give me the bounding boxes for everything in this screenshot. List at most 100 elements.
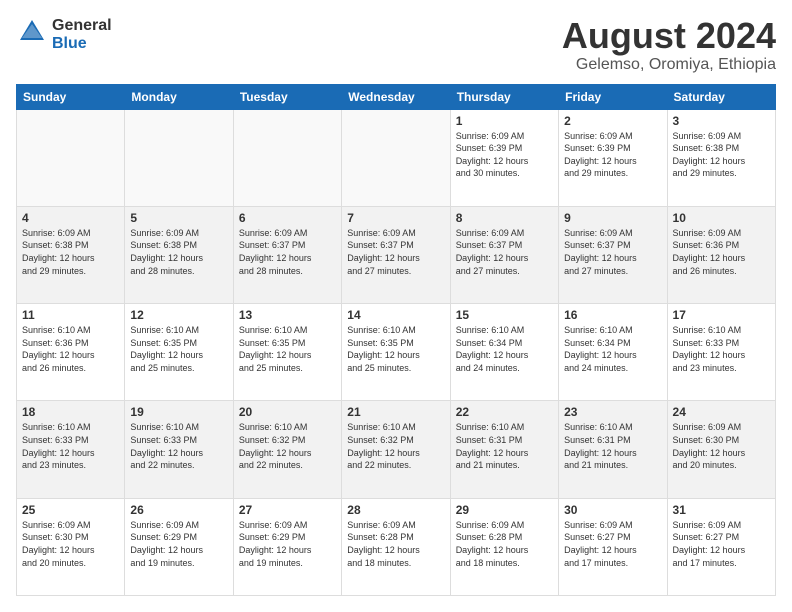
- table-row: 14 Sunrise: 6:10 AM Sunset: 6:35 PM Dayli…: [342, 304, 450, 401]
- day-number: 15: [456, 308, 553, 322]
- col-monday: Monday: [125, 84, 233, 109]
- day-info: Sunrise: 6:10 AM Sunset: 6:33 PM Dayligh…: [130, 421, 227, 471]
- day-number: 3: [673, 114, 770, 128]
- day-number: 29: [456, 503, 553, 517]
- table-row: 29 Sunrise: 6:09 AM Sunset: 6:28 PM Dayli…: [450, 498, 558, 595]
- table-row: 27 Sunrise: 6:09 AM Sunset: 6:29 PM Dayli…: [233, 498, 341, 595]
- day-number: 1: [456, 114, 553, 128]
- table-row: 19Sunrise: 6:10 AM Sunset: 6:33 PM Dayli…: [125, 401, 233, 498]
- day-number: 24: [673, 405, 770, 419]
- day-info: Sunrise: 6:10 AM Sunset: 6:34 PM Dayligh…: [564, 324, 661, 374]
- page: General Blue August 2024 Gelemso, Oromiy…: [0, 0, 792, 612]
- day-info: Sunrise: 6:09 AM Sunset: 6:37 PM Dayligh…: [456, 227, 553, 277]
- calendar-table: Sunday Monday Tuesday Wednesday Thursday…: [16, 84, 776, 596]
- table-row: [17, 109, 125, 206]
- day-info: Sunrise: 6:10 AM Sunset: 6:36 PM Dayligh…: [22, 324, 119, 374]
- table-row: 13 Sunrise: 6:10 AM Sunset: 6:35 PM Dayli…: [233, 304, 341, 401]
- table-row: 25 Sunrise: 6:09 AM Sunset: 6:30 PM Dayli…: [17, 498, 125, 595]
- col-wednesday: Wednesday: [342, 84, 450, 109]
- day-number: 4: [22, 211, 119, 225]
- day-number: 9: [564, 211, 661, 225]
- day-info: Sunrise: 6:09 AM Sunset: 6:30 PM Dayligh…: [22, 519, 119, 569]
- day-info: Sunrise: 6:09 AM Sunset: 6:28 PM Dayligh…: [456, 519, 553, 569]
- day-number: 2: [564, 114, 661, 128]
- table-row: 23Sunrise: 6:10 AM Sunset: 6:31 PM Dayli…: [559, 401, 667, 498]
- day-number: 20: [239, 405, 336, 419]
- table-row: 7Sunrise: 6:09 AM Sunset: 6:37 PM Daylig…: [342, 206, 450, 303]
- col-saturday: Saturday: [667, 84, 775, 109]
- table-row: 28 Sunrise: 6:09 AM Sunset: 6:28 PM Dayli…: [342, 498, 450, 595]
- day-number: 28: [347, 503, 444, 517]
- day-info: Sunrise: 6:10 AM Sunset: 6:33 PM Dayligh…: [22, 421, 119, 471]
- day-number: 25: [22, 503, 119, 517]
- table-row: 12 Sunrise: 6:10 AM Sunset: 6:35 PM Dayli…: [125, 304, 233, 401]
- table-row: 1Sunrise: 6:09 AM Sunset: 6:39 PM Daylig…: [450, 109, 558, 206]
- logo: General Blue: [16, 16, 112, 53]
- day-number: 23: [564, 405, 661, 419]
- table-row: 15Sunrise: 6:10 AM Sunset: 6:34 PM Dayli…: [450, 304, 558, 401]
- table-row: 3 Sunrise: 6:09 AM Sunset: 6:38 PM Daylig…: [667, 109, 775, 206]
- day-info: Sunrise: 6:10 AM Sunset: 6:35 PM Dayligh…: [347, 324, 444, 374]
- day-info: Sunrise: 6:09 AM Sunset: 6:38 PM Dayligh…: [22, 227, 119, 277]
- day-info: Sunrise: 6:09 AM Sunset: 6:39 PM Dayligh…: [564, 130, 661, 180]
- day-info: Sunrise: 6:09 AM Sunset: 6:37 PM Dayligh…: [239, 227, 336, 277]
- day-number: 5: [130, 211, 227, 225]
- day-info: Sunrise: 6:09 AM Sunset: 6:28 PM Dayligh…: [347, 519, 444, 569]
- day-info: Sunrise: 6:10 AM Sunset: 6:32 PM Dayligh…: [347, 421, 444, 471]
- table-row: 16 Sunrise: 6:10 AM Sunset: 6:34 PM Dayli…: [559, 304, 667, 401]
- day-info: Sunrise: 6:09 AM Sunset: 6:29 PM Dayligh…: [239, 519, 336, 569]
- table-row: 20 Sunrise: 6:10 AM Sunset: 6:32 PM Dayli…: [233, 401, 341, 498]
- day-number: 27: [239, 503, 336, 517]
- day-number: 17: [673, 308, 770, 322]
- calendar-week-row: 18 Sunrise: 6:10 AM Sunset: 6:33 PM Dayli…: [17, 401, 776, 498]
- day-number: 18: [22, 405, 119, 419]
- logo-icon: [16, 16, 48, 48]
- day-info: Sunrise: 6:09 AM Sunset: 6:37 PM Dayligh…: [564, 227, 661, 277]
- table-row: 17Sunrise: 6:10 AM Sunset: 6:33 PM Dayli…: [667, 304, 775, 401]
- day-info: Sunrise: 6:09 AM Sunset: 6:38 PM Dayligh…: [673, 130, 770, 180]
- table-row: 18 Sunrise: 6:10 AM Sunset: 6:33 PM Dayli…: [17, 401, 125, 498]
- table-row: [125, 109, 233, 206]
- day-info: Sunrise: 6:09 AM Sunset: 6:30 PM Dayligh…: [673, 421, 770, 471]
- day-info: Sunrise: 6:10 AM Sunset: 6:31 PM Dayligh…: [456, 421, 553, 471]
- table-row: 2 Sunrise: 6:09 AM Sunset: 6:39 PM Daylig…: [559, 109, 667, 206]
- day-info: Sunrise: 6:09 AM Sunset: 6:36 PM Dayligh…: [673, 227, 770, 277]
- table-row: 31Sunrise: 6:09 AM Sunset: 6:27 PM Dayli…: [667, 498, 775, 595]
- table-row: [342, 109, 450, 206]
- table-row: [233, 109, 341, 206]
- day-number: 30: [564, 503, 661, 517]
- day-number: 8: [456, 211, 553, 225]
- day-number: 14: [347, 308, 444, 322]
- day-number: 12: [130, 308, 227, 322]
- table-row: 11 Sunrise: 6:10 AM Sunset: 6:36 PM Dayli…: [17, 304, 125, 401]
- calendar-header-row: Sunday Monday Tuesday Wednesday Thursday…: [17, 84, 776, 109]
- day-info: Sunrise: 6:09 AM Sunset: 6:38 PM Dayligh…: [130, 227, 227, 277]
- table-row: 24 Sunrise: 6:09 AM Sunset: 6:30 PM Dayli…: [667, 401, 775, 498]
- day-number: 16: [564, 308, 661, 322]
- day-info: Sunrise: 6:09 AM Sunset: 6:27 PM Dayligh…: [564, 519, 661, 569]
- day-info: Sunrise: 6:10 AM Sunset: 6:35 PM Dayligh…: [239, 324, 336, 374]
- col-sunday: Sunday: [17, 84, 125, 109]
- header: General Blue August 2024 Gelemso, Oromiy…: [16, 16, 776, 74]
- table-row: 5 Sunrise: 6:09 AM Sunset: 6:38 PM Daylig…: [125, 206, 233, 303]
- day-number: 11: [22, 308, 119, 322]
- calendar-week-row: 1 Sunrise: 6:09 AM Sunset: 6:39 PM Daylig…: [17, 109, 776, 206]
- logo-general: General: [52, 17, 112, 35]
- table-row: 10Sunrise: 6:09 AM Sunset: 6:36 PM Dayli…: [667, 206, 775, 303]
- logo-blue: Blue: [52, 35, 112, 53]
- day-number: 6: [239, 211, 336, 225]
- day-number: 22: [456, 405, 553, 419]
- day-info: Sunrise: 6:09 AM Sunset: 6:37 PM Dayligh…: [347, 227, 444, 277]
- col-tuesday: Tuesday: [233, 84, 341, 109]
- day-info: Sunrise: 6:10 AM Sunset: 6:35 PM Dayligh…: [130, 324, 227, 374]
- table-row: 22 Sunrise: 6:10 AM Sunset: 6:31 PM Dayli…: [450, 401, 558, 498]
- day-number: 13: [239, 308, 336, 322]
- table-row: 6 Sunrise: 6:09 AM Sunset: 6:37 PM Daylig…: [233, 206, 341, 303]
- day-number: 21: [347, 405, 444, 419]
- day-info: Sunrise: 6:10 AM Sunset: 6:32 PM Dayligh…: [239, 421, 336, 471]
- table-row: 21 Sunrise: 6:10 AM Sunset: 6:32 PM Dayli…: [342, 401, 450, 498]
- table-row: 8 Sunrise: 6:09 AM Sunset: 6:37 PM Daylig…: [450, 206, 558, 303]
- day-info: Sunrise: 6:09 AM Sunset: 6:29 PM Dayligh…: [130, 519, 227, 569]
- table-row: 30 Sunrise: 6:09 AM Sunset: 6:27 PM Dayli…: [559, 498, 667, 595]
- table-row: 4 Sunrise: 6:09 AM Sunset: 6:38 PM Daylig…: [17, 206, 125, 303]
